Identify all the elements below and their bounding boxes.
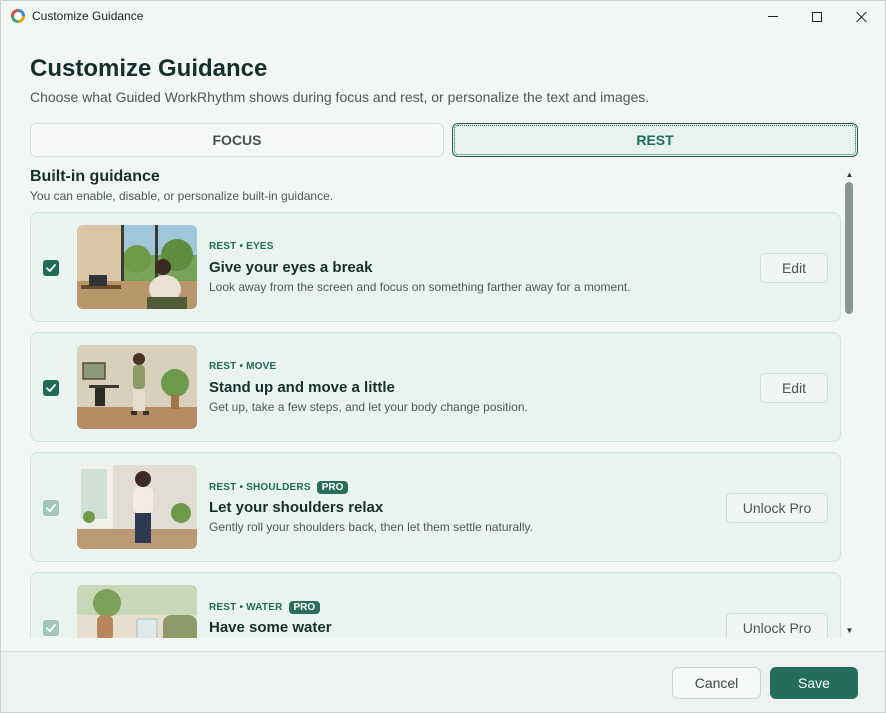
category-tag: REST • SHOULDERS (209, 482, 311, 493)
enable-checkbox[interactable] (43, 620, 59, 636)
dialog-window: Customize Guidance Customize Guidance Ch… (0, 0, 886, 713)
tagline: REST • SHOULDERS PRO (209, 481, 349, 494)
card-description: Look away from the screen and focus on s… (209, 280, 631, 294)
cancel-button[interactable]: Cancel (672, 667, 761, 699)
guidance-list: REST • EYES Give your eyes a break Look … (30, 212, 842, 638)
dialog-footer: Cancel Save (1, 651, 885, 712)
card-description: Gently roll your shoulders back, then le… (209, 520, 533, 534)
person-stretching-image (77, 465, 197, 549)
guidance-card-shoulders: REST • SHOULDERS PRO Let your shoulders … (30, 452, 841, 562)
category-tag: REST • MOVE (209, 361, 277, 372)
section-title: Built-in guidance (30, 168, 160, 185)
card-description: Get up, take a few steps, and let your b… (209, 400, 528, 414)
maximize-icon (812, 11, 822, 22)
minimize-icon (768, 16, 778, 17)
app-logo-icon (11, 9, 25, 23)
scroll-down-arrow-icon[interactable]: ▼ (843, 624, 856, 636)
page-subtitle: Choose what Guided WorkRhythm shows duri… (30, 89, 650, 105)
close-icon (856, 11, 868, 23)
title-bar: Customize Guidance (1, 1, 885, 32)
minimize-button[interactable] (750, 1, 796, 32)
checkmark-icon (46, 624, 56, 632)
category-tag: REST • WATER (209, 602, 283, 613)
guidance-thumbnail (77, 465, 197, 549)
category-tag: REST • EYES (209, 241, 274, 252)
scroll-up-arrow-icon[interactable]: ▲ (843, 168, 856, 180)
unlock-pro-button[interactable]: Unlock Pro (726, 613, 828, 638)
tagline: REST • EYES (209, 241, 274, 252)
scrollbar-track[interactable] (843, 180, 856, 624)
scrollbar-thumb[interactable] (845, 182, 853, 314)
save-button[interactable]: Save (770, 667, 858, 699)
guidance-card-eyes: REST • EYES Give your eyes a break Look … (30, 212, 841, 322)
enable-checkbox[interactable] (43, 380, 59, 396)
card-title: Let your shoulders relax (209, 499, 384, 516)
window-title: Customize Guidance (32, 9, 144, 23)
edit-button[interactable]: Edit (760, 373, 828, 403)
tagline: REST • MOVE (209, 361, 276, 372)
enable-checkbox[interactable] (43, 260, 59, 276)
person-at-window-image (77, 225, 197, 309)
person-walking-image (77, 345, 197, 429)
card-title: Have some water (209, 619, 332, 636)
page-title: Customize Guidance (30, 55, 268, 82)
edit-button[interactable]: Edit (760, 253, 828, 283)
glass-of-water-image (77, 585, 197, 638)
enable-checkbox[interactable] (43, 500, 59, 516)
pro-badge: PRO (288, 601, 321, 614)
tagline: REST • WATER PRO (209, 601, 321, 614)
guidance-thumbnail (77, 345, 197, 429)
checkmark-icon (46, 264, 56, 272)
checkmark-icon (46, 504, 56, 512)
card-title: Stand up and move a little (209, 379, 395, 396)
maximize-button[interactable] (794, 1, 840, 32)
checkmark-icon (46, 384, 56, 392)
guidance-thumbnail (77, 225, 197, 309)
guidance-card-water: REST • WATER PRO Have some water Unlock … (30, 572, 841, 638)
guidance-thumbnail (77, 585, 197, 638)
close-button[interactable] (839, 1, 885, 32)
list-scrollbar[interactable]: ▲ ▼ (843, 168, 856, 638)
card-title: Give your eyes a break (209, 259, 373, 276)
unlock-pro-button[interactable]: Unlock Pro (726, 493, 828, 523)
guidance-card-move: REST • MOVE Stand up and move a little G… (30, 332, 841, 442)
section-description: You can enable, disable, or personalize … (30, 189, 334, 203)
tab-focus[interactable]: FOCUS (30, 123, 444, 157)
tab-rest[interactable]: REST (452, 123, 858, 157)
pro-badge: PRO (316, 481, 349, 494)
